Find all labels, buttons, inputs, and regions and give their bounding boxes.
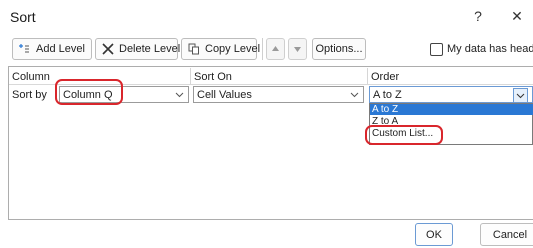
- sort-on-select-value: Cell Values: [197, 88, 252, 101]
- add-level-button[interactable]: Add Level: [12, 38, 92, 60]
- move-down-icon: [294, 47, 301, 52]
- sort-on-header: Sort On: [194, 71, 232, 83]
- toolbar-separator: [262, 38, 263, 60]
- column-header: Column: [12, 71, 50, 83]
- highlight-custom-list: [365, 125, 443, 145]
- highlight-column-q: [55, 79, 123, 105]
- move-up-button[interactable]: [266, 38, 285, 60]
- copy-level-label: Copy Level: [205, 43, 261, 55]
- delete-level-label: Delete Level: [119, 43, 181, 55]
- sort-by-label: Sort by: [12, 89, 47, 101]
- header-divider: [367, 68, 368, 84]
- copy-level-button[interactable]: Copy Level: [181, 38, 261, 60]
- header-divider: [190, 68, 191, 84]
- add-level-icon: [19, 43, 31, 55]
- add-level-label: Add Level: [36, 43, 85, 55]
- order-option-a-to-z[interactable]: A to Z: [370, 104, 533, 115]
- move-up-icon: [272, 46, 279, 51]
- delete-level-icon: [102, 43, 114, 55]
- dialog-title: Sort: [10, 9, 36, 25]
- chevron-down-icon[interactable]: [173, 88, 186, 101]
- order-select[interactable]: A to Z: [369, 86, 533, 103]
- close-button[interactable]: ✕: [507, 6, 527, 26]
- move-down-button[interactable]: [288, 38, 307, 60]
- order-header: Order: [371, 71, 400, 83]
- chevron-down-icon[interactable]: [348, 88, 361, 101]
- chevron-down-icon[interactable]: [513, 88, 528, 103]
- options-button[interactable]: Options...: [312, 38, 366, 60]
- order-select-value: A to Z: [373, 88, 402, 101]
- delete-level-button[interactable]: Delete Level: [95, 38, 181, 60]
- copy-level-icon: [188, 43, 200, 55]
- ok-button[interactable]: OK: [415, 223, 453, 246]
- my-data-has-headers-checkbox[interactable]: [430, 43, 443, 56]
- sort-on-select[interactable]: Cell Values: [193, 86, 364, 103]
- help-button[interactable]: ?: [468, 6, 488, 26]
- my-data-has-headers-label: My data has header: [447, 43, 533, 55]
- cancel-button[interactable]: Cancel: [480, 223, 533, 246]
